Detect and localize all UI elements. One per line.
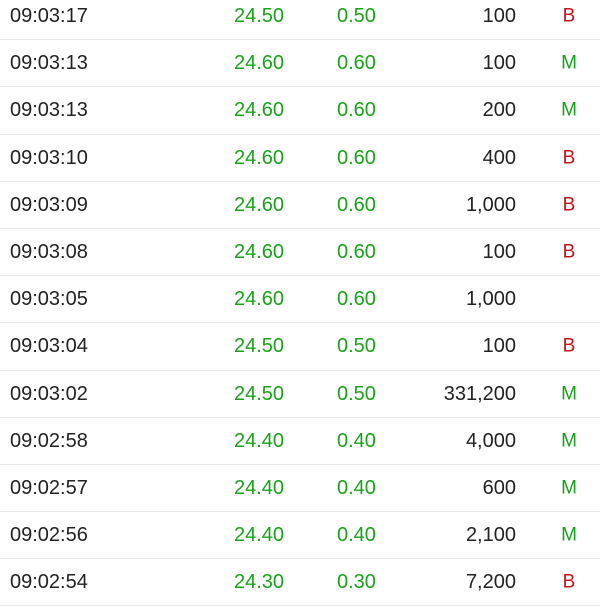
table-row: 09:03:04 24.50 0.50 100 B: [0, 323, 600, 371]
trade-volume: 100: [482, 52, 516, 75]
trade-price: 24.40: [234, 429, 285, 452]
trade-time: 09:02:56: [10, 524, 88, 547]
table-row: 09:02:56 24.40 0.40 2,100 M: [0, 512, 600, 560]
trade-price: 24.60: [234, 288, 285, 311]
trade-change: 0.60: [337, 288, 376, 311]
trade-time: 09:02:57: [10, 476, 88, 499]
trade-volume: 600: [482, 476, 516, 499]
trade-volume: 2,100: [465, 524, 516, 547]
trade-price: 24.50: [234, 5, 285, 28]
trade-side: M: [561, 430, 577, 452]
trade-time: 09:03:05: [10, 288, 88, 311]
trade-time: 09:03:13: [10, 99, 88, 122]
table-row: 09:03:08 24.60 0.60 100 B: [0, 229, 600, 277]
trade-volume: 200: [482, 99, 516, 122]
trade-time: 09:03:02: [10, 382, 88, 405]
trade-time: 09:03:13: [10, 52, 88, 75]
trade-price: 24.60: [234, 241, 285, 264]
trade-side: B: [562, 571, 576, 593]
trade-time: 09:02:58: [10, 429, 88, 452]
trade-time: 09:03:10: [10, 146, 88, 169]
trade-change: 0.30: [337, 571, 376, 594]
trade-change: 0.60: [337, 99, 376, 122]
trade-change: 0.50: [337, 382, 376, 405]
trade-price: 24.40: [234, 476, 285, 499]
trade-time: 09:03:09: [10, 193, 88, 216]
trade-side: B: [562, 241, 576, 263]
trade-time: 09:02:54: [10, 571, 88, 594]
trade-price: 24.50: [234, 335, 285, 358]
trade-change: 0.50: [337, 5, 376, 28]
trade-price: 24.60: [234, 99, 285, 122]
trade-change: 0.60: [337, 146, 376, 169]
trade-volume: 100: [482, 335, 516, 358]
trade-side: M: [561, 524, 577, 546]
trade-side: B: [562, 194, 576, 216]
trade-price: 24.60: [234, 52, 285, 75]
table-row: 09:03:13 24.60 0.60 100 M: [0, 40, 600, 88]
trade-volume: 400: [482, 146, 516, 169]
trade-price: 24.30: [234, 571, 285, 594]
trade-side: B: [562, 147, 576, 169]
table-row: 09:02:57 24.40 0.40 600 M: [0, 465, 600, 513]
trade-side: B: [562, 5, 576, 27]
trade-side: M: [561, 99, 577, 121]
trade-volume: 1,000: [465, 288, 516, 311]
trade-time: 09:03:04: [10, 335, 88, 358]
table-row: 09:02:54 24.30 0.30 7,200 B: [0, 559, 600, 606]
trade-change: 0.40: [337, 524, 376, 547]
trade-price: 24.60: [234, 193, 285, 216]
trade-volume: 7,200: [465, 571, 516, 594]
trade-side: M: [561, 477, 577, 499]
trade-change: 0.50: [337, 335, 376, 358]
table-row: 09:03:09 24.60 0.60 1,000 B: [0, 182, 600, 229]
table-row: 09:03:17 24.50 0.50 100 B: [0, 0, 600, 41]
trade-change: 0.40: [337, 429, 376, 452]
trade-side: B: [562, 335, 576, 357]
trade-side: M: [561, 52, 577, 74]
table-row: 09:03:10 24.60 0.60 400 B: [0, 135, 600, 182]
table-row: 09:03:05 24.60 0.60 1,000: [0, 276, 600, 324]
trade-volume: 100: [482, 241, 516, 264]
trade-volume: 1,000: [465, 193, 516, 216]
trade-change: 0.40: [337, 476, 376, 499]
trade-list[interactable]: 09:03:17 24.50 0.50 100 B 09:03:13 24.60…: [0, 0, 600, 606]
trade-side: M: [561, 383, 577, 405]
trade-volume: 331,200: [443, 382, 516, 405]
table-row: 09:03:02 24.50 0.50 331,200 M: [0, 371, 600, 418]
trade-price: 24.50: [234, 382, 285, 405]
trade-price: 24.40: [234, 524, 285, 547]
table-row: 09:03:13 24.60 0.60 200 M: [0, 87, 600, 135]
trade-volume: 4,000: [465, 429, 516, 452]
trade-change: 0.60: [337, 241, 376, 264]
trade-volume: 100: [482, 5, 516, 28]
trade-change: 0.60: [337, 193, 376, 216]
trade-change: 0.60: [337, 52, 376, 75]
trade-price: 24.60: [234, 146, 285, 169]
table-row: 09:02:58 24.40 0.40 4,000 M: [0, 418, 600, 465]
trade-time: 09:03:08: [10, 241, 88, 264]
trade-time: 09:03:17: [10, 5, 88, 28]
